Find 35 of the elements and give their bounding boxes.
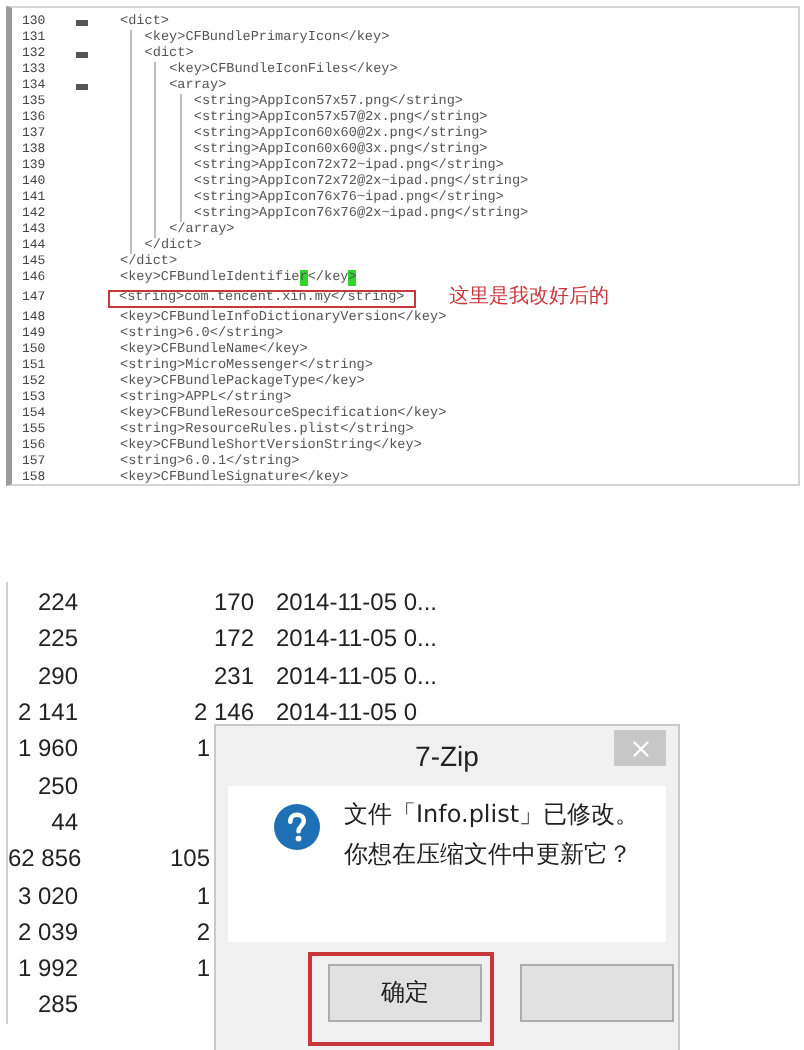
size-cell-text: 224 xyxy=(35,588,78,617)
packed-size-cell-text: 1 xyxy=(194,734,210,763)
annotation-note: 这里是我改好后的 xyxy=(448,288,609,308)
packed-size-cell-text: 1 xyxy=(194,954,210,983)
size-cell-text: 1 992 xyxy=(15,954,78,983)
confirm-button[interactable]: 确定 xyxy=(328,964,482,1022)
modified-cell: 2014-11-05 0 xyxy=(276,698,417,727)
size-cell: 62 856 xyxy=(8,844,78,873)
packed-size-cell-text: 231 xyxy=(211,661,254,690)
collapse-icon[interactable] xyxy=(76,19,88,25)
size-cell-text: 285 xyxy=(35,990,78,1019)
collapse-icon[interactable] xyxy=(76,51,88,57)
size-cell-text: 290 xyxy=(35,661,78,690)
packed-size-cell-text: 105 xyxy=(167,844,210,873)
packed-size-cell-text: 170 xyxy=(211,588,254,617)
packed-size-cell-text: 1 xyxy=(194,881,210,910)
question-icon xyxy=(274,804,320,850)
size-cell-text: 1 960 xyxy=(15,734,78,763)
size-cell-text: 225 xyxy=(35,624,78,653)
collapse-icon[interactable] xyxy=(76,83,88,89)
modified-cell: 2014-11-05 0... xyxy=(276,624,438,653)
packed-size-cell-text: 172 xyxy=(211,624,254,653)
size-cell-text: 3 020 xyxy=(15,881,78,910)
dialog-title: 7-Zip xyxy=(415,740,479,772)
packed-size-cell-text: 2 xyxy=(194,917,210,946)
modified-cell: 2014-11-05 0... xyxy=(276,661,438,690)
size-cell-text: 2 141 xyxy=(15,698,78,727)
dialog-message: 文件「Info.plist」已修改。 xyxy=(344,800,640,828)
close-icon xyxy=(627,735,653,761)
modified-cell: 2014-11-05 0... xyxy=(276,588,438,617)
dialog-message: 你想在压缩文件中更新它？ xyxy=(344,840,634,868)
size-cell-text: 2 039 xyxy=(15,917,78,946)
packed-size-cell-text: 2 146 xyxy=(191,698,254,727)
size-cell-text: 250 xyxy=(35,771,78,800)
size-cell-text: 44 xyxy=(49,807,78,836)
